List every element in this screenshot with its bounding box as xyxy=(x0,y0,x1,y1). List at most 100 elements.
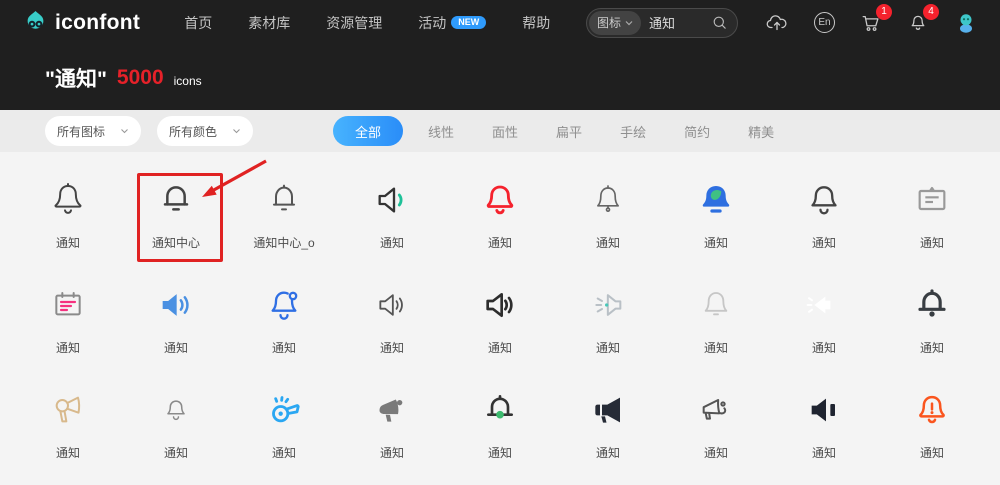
search-category-dropdown[interactable]: 图标 xyxy=(589,11,641,35)
icon-label: 通知 xyxy=(164,339,188,356)
icon-card[interactable]: 通知 xyxy=(446,378,554,483)
notification-count-badge: 4 xyxy=(923,4,939,20)
icon-card[interactable]: 通知 xyxy=(338,378,446,483)
icon-card[interactable]: 通知 xyxy=(230,378,338,483)
icon-label: 通知 xyxy=(596,234,620,251)
tab-fill[interactable]: 面性 xyxy=(473,122,537,141)
upload-cloud-icon xyxy=(765,11,789,35)
chevron-down-icon xyxy=(625,20,633,26)
icon-type-dropdown[interactable]: 所有图标 xyxy=(45,116,141,146)
notice-board-pink-icon xyxy=(46,283,90,327)
icon-card[interactable]: 通知 xyxy=(770,168,878,273)
search-icon[interactable] xyxy=(711,14,728,31)
nav-item-resources[interactable]: 资源管理 xyxy=(326,13,382,33)
icon-label: 通知中心 xyxy=(152,234,200,251)
icon-card[interactable]: 通知 xyxy=(554,168,662,273)
icon-card[interactable]: 通知 xyxy=(446,168,554,273)
icon-card[interactable]: 通知 xyxy=(662,273,770,378)
nav-item-home[interactable]: 首页 xyxy=(184,13,212,33)
icon-card[interactable]: 通知 xyxy=(770,273,878,378)
search-input[interactable] xyxy=(649,15,707,30)
icon-card[interactable]: 通知 xyxy=(554,378,662,483)
icon-card[interactable]: 通知 xyxy=(338,273,446,378)
icon-label: 通知 xyxy=(488,444,512,461)
icon-card[interactable]: 通知 xyxy=(446,273,554,378)
whistle-blue-icon xyxy=(262,388,306,432)
speaker-thin-icon xyxy=(370,283,414,327)
upload-button[interactable] xyxy=(765,11,789,35)
tab-line[interactable]: 线性 xyxy=(409,122,473,141)
bell-grey-icon xyxy=(154,388,198,432)
icon-label: 通知 xyxy=(704,339,728,356)
megaphone-dark-left-icon xyxy=(586,388,630,432)
speaker-white-icon xyxy=(802,283,846,327)
icon-label: 通知中心_o xyxy=(253,234,314,251)
top-header: iconfont 首页 素材库 资源管理 活动 NEW 帮助 图标 En 1 xyxy=(0,0,1000,45)
language-button[interactable]: En xyxy=(814,12,835,33)
icon-label: 通知 xyxy=(488,339,512,356)
tab-simple[interactable]: 简约 xyxy=(665,122,729,141)
icon-card[interactable]: 通知 xyxy=(14,168,122,273)
icon-card[interactable]: 通知 xyxy=(878,378,986,483)
icon-card[interactable]: 通知 xyxy=(338,168,446,273)
iconfont-logo[interactable]: iconfont xyxy=(22,9,140,36)
bell-classic-icon xyxy=(46,178,90,222)
cart-button[interactable]: 1 xyxy=(860,12,882,34)
icon-label: 通知 xyxy=(56,444,80,461)
bell-outline-icon xyxy=(802,178,846,222)
icon-label: 通知 xyxy=(488,234,512,251)
result-count: 5000 xyxy=(117,66,164,90)
icon-label: 通知 xyxy=(812,234,836,251)
search-bar[interactable]: 图标 xyxy=(586,8,738,38)
icon-label: 通知 xyxy=(812,444,836,461)
nav-item-events[interactable]: 活动 NEW xyxy=(418,13,486,33)
icon-label: 通知 xyxy=(56,339,80,356)
icon-card[interactable]: 通知中心_o xyxy=(230,168,338,273)
bell-dome-thin-icon xyxy=(262,178,306,222)
tab-handdrawn[interactable]: 手绘 xyxy=(601,122,665,141)
icon-card[interactable]: 通知 xyxy=(770,378,878,483)
bell-green-dot-icon xyxy=(478,388,522,432)
bell-light-icon xyxy=(694,283,738,327)
icon-label: 通知 xyxy=(920,339,944,356)
color-dropdown[interactable]: 所有颜色 xyxy=(157,116,253,146)
notice-board-icon xyxy=(910,178,954,222)
icon-card[interactable]: 通知 xyxy=(122,273,230,378)
icon-label: 通知 xyxy=(812,339,836,356)
icon-label: 通知 xyxy=(380,339,404,356)
chevron-down-icon xyxy=(120,128,129,134)
iconfont-mascot-icon xyxy=(22,9,49,36)
user-avatar[interactable] xyxy=(954,11,978,35)
icon-grid: 通知 通知中心 通知中心_o 通知 通知 通知 通知 通知 通知 通知 通知 通… xyxy=(0,152,1000,483)
bell-thin-icon xyxy=(586,178,630,222)
speaker-green-wave-icon xyxy=(370,178,414,222)
megaphone-outline-icon xyxy=(694,388,738,432)
speaker-dark-bar-icon xyxy=(802,388,846,432)
icon-label: 通知 xyxy=(164,444,188,461)
icon-card[interactable]: 通知 xyxy=(878,273,986,378)
result-unit: icons xyxy=(174,74,202,88)
style-tabs: 全部 线性 面性 扁平 手绘 简约 精美 xyxy=(333,116,793,146)
nav-item-library[interactable]: 素材库 xyxy=(248,13,290,33)
icon-card[interactable]: 通知 xyxy=(230,273,338,378)
icon-card[interactable]: 通知 xyxy=(878,168,986,273)
notifications-button[interactable]: 4 xyxy=(907,12,929,34)
tab-flat[interactable]: 扁平 xyxy=(537,122,601,141)
icon-card[interactable]: 通知中心 xyxy=(122,168,230,273)
nav-item-help[interactable]: 帮助 xyxy=(522,13,550,33)
icon-card[interactable]: 通知 xyxy=(662,378,770,483)
icon-label: 通知 xyxy=(56,234,80,251)
new-badge: NEW xyxy=(451,16,486,29)
icon-card[interactable]: 通知 xyxy=(122,378,230,483)
speaker-blue-filled-icon xyxy=(154,283,198,327)
icon-card[interactable]: 通知 xyxy=(14,378,122,483)
icon-card[interactable]: 通知 xyxy=(14,273,122,378)
bell-dot-blue-icon xyxy=(262,283,306,327)
icon-label: 通知 xyxy=(596,339,620,356)
tab-all[interactable]: 全部 xyxy=(333,116,403,146)
tab-delicate[interactable]: 精美 xyxy=(729,122,793,141)
icon-card[interactable]: 通知 xyxy=(554,273,662,378)
chevron-down-icon xyxy=(232,128,241,134)
icon-card[interactable]: 通知 xyxy=(662,168,770,273)
main-nav: 首页 素材库 资源管理 活动 NEW 帮助 xyxy=(184,13,550,33)
